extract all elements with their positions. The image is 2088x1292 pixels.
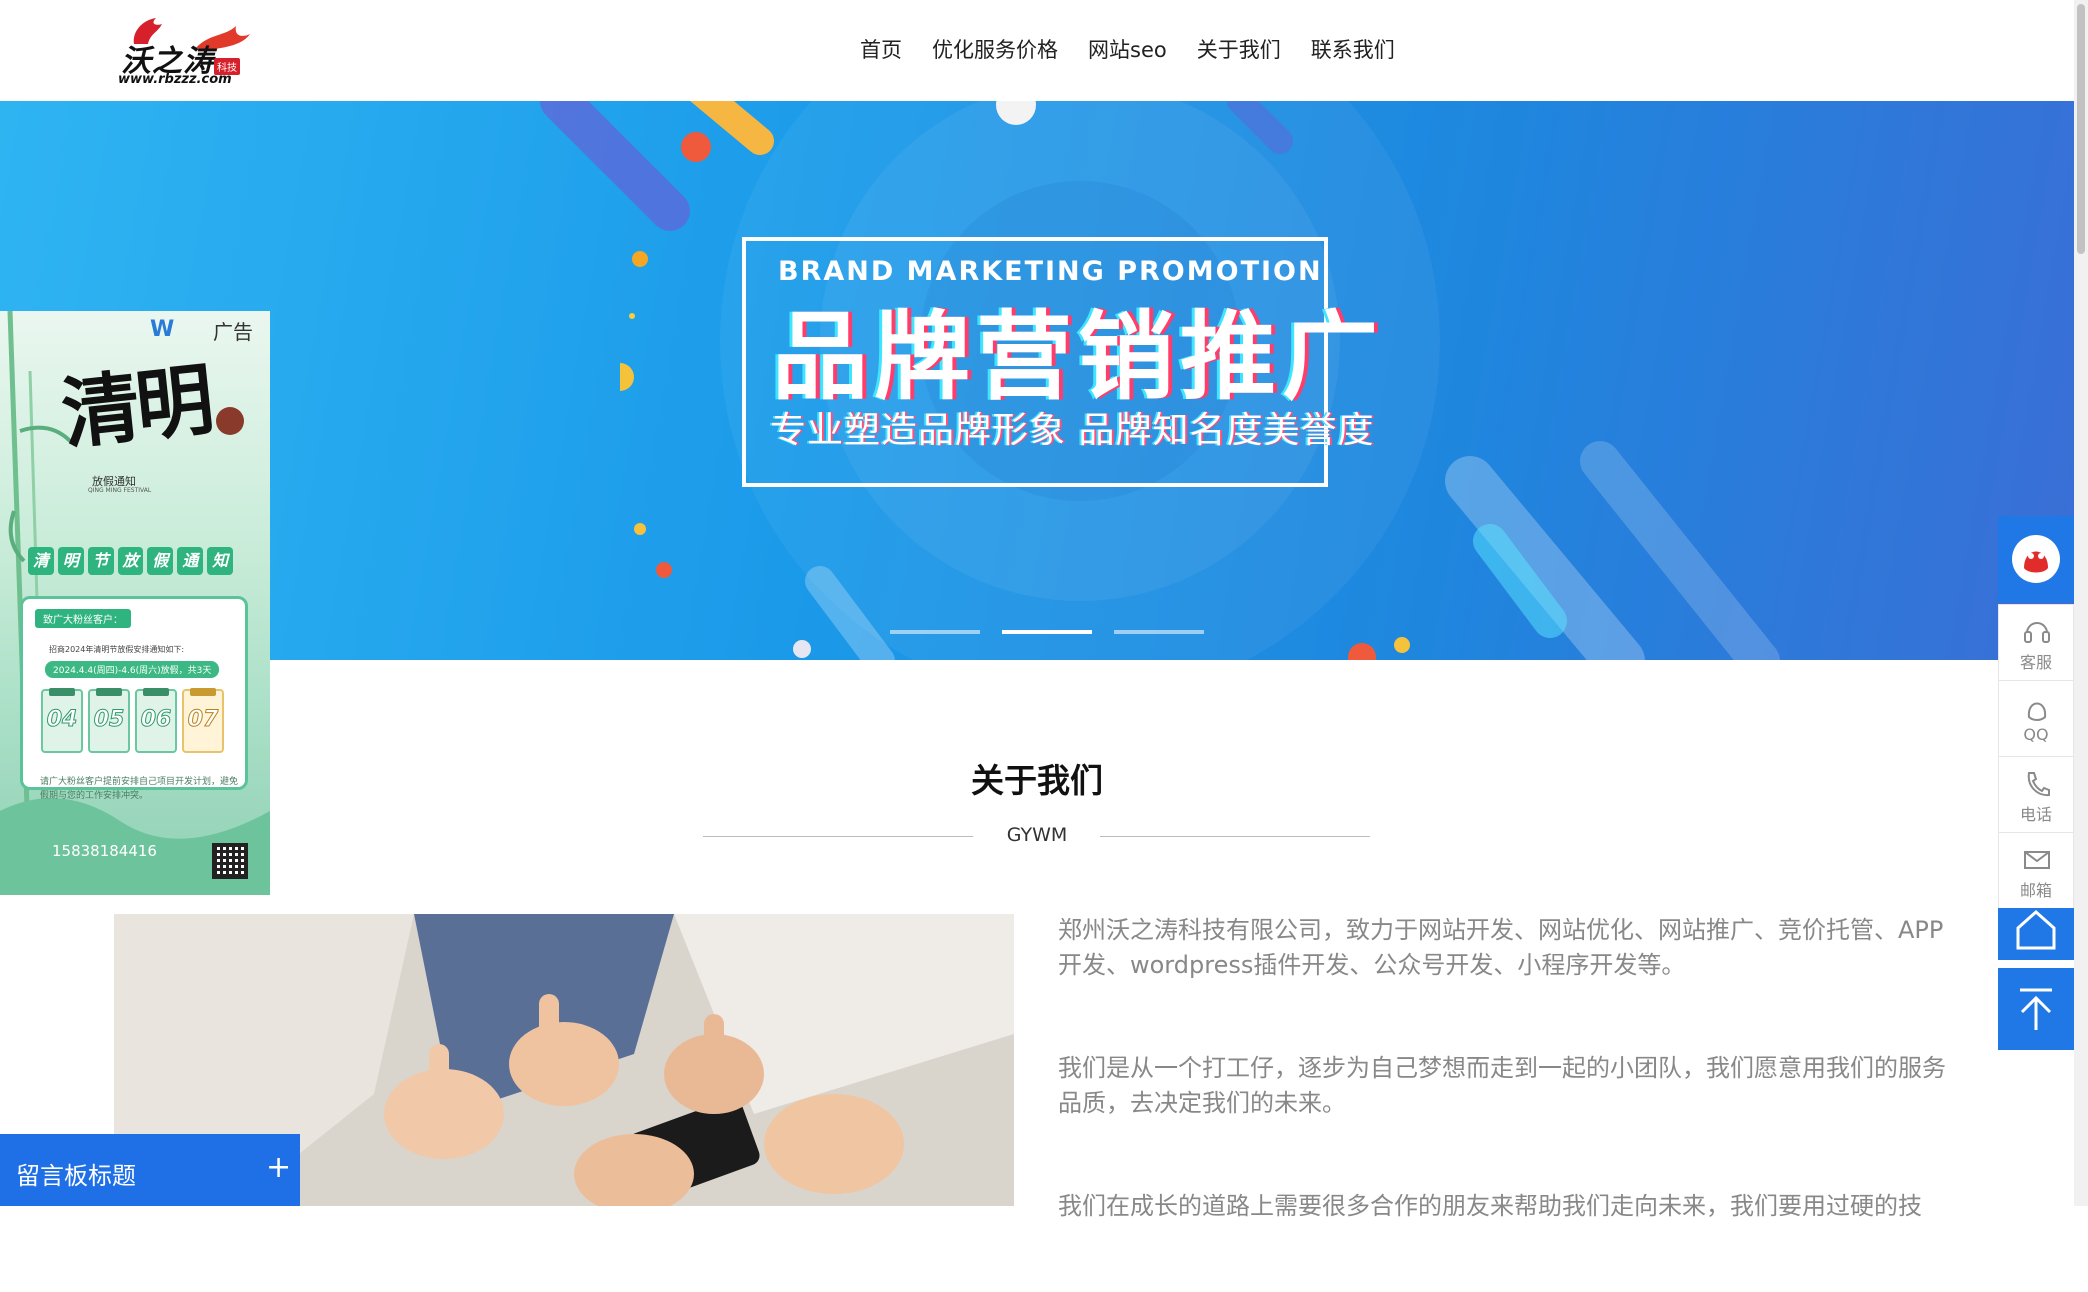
qq-icon	[2027, 702, 2047, 721]
ad-title: 清明	[57, 354, 215, 461]
ad-subtitle-en: QING MING FESTIVAL	[88, 487, 152, 494]
about-paragraph: 我们在成长的道路上需要很多合作的朋友来帮助我们走向未来，我们要用过硬的技	[1058, 1192, 1922, 1220]
carousel-dot-1[interactable]	[890, 630, 980, 634]
float-phone-label: 电话	[2019, 805, 2052, 824]
back-to-top-button[interactable]	[1998, 968, 2074, 1050]
logo-url: www.rbzzz.com	[118, 72, 232, 87]
carousel-dot-3[interactable]	[1114, 630, 1204, 634]
qr-code-icon	[212, 843, 248, 879]
ad-notice-band: 清 明 节 放 假 通 知	[28, 547, 234, 575]
float-qq[interactable]: QQ	[1998, 680, 2074, 757]
main-nav: 首页 优化服务价格 网站seo 关于我们 联系我们	[860, 34, 1395, 64]
float-qq-label: QQ	[2023, 725, 2049, 744]
divider-right	[1100, 836, 1370, 837]
ad-day: 06	[135, 688, 177, 753]
float-mail-label: 邮箱	[2019, 881, 2052, 900]
float-service-label: 客服	[2019, 653, 2052, 672]
banner-title-cn: 品牌营销推广	[772, 301, 1384, 413]
qq-online-button[interactable]	[1998, 516, 2074, 602]
about-paragraph: 郑州沃之涛科技有限公司，致力于网站开发、网站优化、网站推广、竞价托管、APP开发…	[1058, 916, 1944, 979]
floating-ad[interactable]: W 广告 清明 放假通知 QING MING FESTIVAL 清 明 节 放 …	[0, 311, 270, 895]
arrow-up-icon	[2020, 988, 2052, 1030]
ad-band-char: 明	[57, 547, 84, 575]
float-mail[interactable]: 邮箱	[1998, 832, 2074, 909]
about-title: 关于我们	[971, 761, 1103, 800]
nav-home[interactable]: 首页	[860, 34, 902, 64]
ad-brand-logo: W	[150, 317, 175, 342]
carousel-dots	[890, 630, 1204, 634]
home-icon	[2016, 909, 2056, 950]
nav-pricing[interactable]: 优化服务价格	[932, 34, 1058, 64]
nav-contact[interactable]: 联系我们	[1311, 34, 1395, 64]
about-paragraph: 我们是从一个打工仔，逐步为自己梦想而走到一起的小团队，我们愿意用我们的服务品质，…	[1058, 1054, 1946, 1117]
about-subtitle: GYWM	[1006, 824, 1068, 846]
message-board-bar[interactable]: 留言板标题 +	[0, 1134, 300, 1206]
carousel-dot-2[interactable]	[1002, 630, 1092, 634]
scrollbar-thumb[interactable]	[2077, 4, 2085, 254]
hero-banner[interactable]: BRAND MARKETING PROMOTION 品牌营销推广 专业塑造品牌形…	[0, 101, 2074, 660]
ad-day: 05	[88, 688, 130, 753]
phone-icon	[2027, 772, 2050, 797]
mail-icon	[2024, 851, 2050, 869]
ad-card-date: 2024.4.4(周四)-4.6(周六)放假，共3天	[45, 661, 220, 678]
site-logo[interactable]: 沃之涛 科技 www.rbzzz.com	[118, 14, 258, 90]
ad-band-char: 节	[87, 547, 114, 575]
ad-label: 广告	[213, 320, 253, 344]
ad-band-char: 知	[207, 547, 234, 575]
banner-subtitle: 专业塑造品牌形象 品牌知名度美誉度	[770, 410, 1375, 451]
site-header: 沃之涛 科技 www.rbzzz.com 首页 优化服务价格 网站seo 关于我…	[0, 0, 2074, 101]
about-text: 郑州沃之涛科技有限公司，致力于网站开发、网站优化、网站推广、竞价托管、APP开发…	[1058, 913, 1962, 1292]
ad-band-char: 放	[117, 547, 144, 575]
ad-band-char: 通	[177, 547, 204, 575]
ad-band-char: 假	[147, 547, 174, 575]
float-service[interactable]: 客服	[1998, 604, 2074, 681]
headset-icon	[2024, 622, 2050, 643]
ad-card-line: 招商2024年清明节放假安排通知如下:	[49, 645, 185, 654]
nav-about[interactable]: 关于我们	[1197, 34, 1281, 64]
ad-band-char: 清	[28, 547, 54, 575]
ad-day: 07	[182, 688, 224, 753]
home-button[interactable]	[1998, 908, 2074, 960]
qq-penguin-icon	[2012, 535, 2060, 583]
message-board-title: 留言板标题	[16, 1162, 136, 1190]
plus-icon[interactable]: +	[266, 1150, 291, 1185]
ad-card-head: 致广大粉丝客户：	[35, 609, 131, 628]
nav-seo[interactable]: 网站seo	[1088, 34, 1167, 64]
float-phone[interactable]: 电话	[1998, 756, 2074, 833]
ad-day: 04	[41, 688, 83, 753]
ad-calendar-days: 04 05 06 07	[41, 688, 224, 753]
